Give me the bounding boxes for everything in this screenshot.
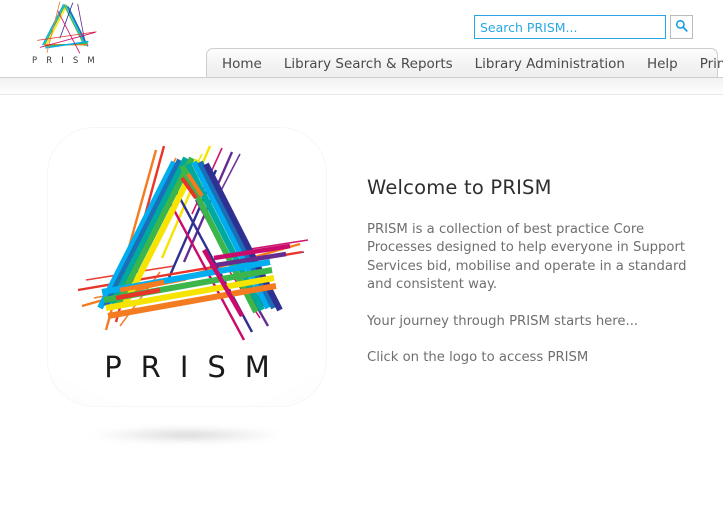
brand-wordmark: P R I S M [32, 56, 98, 66]
page-header: P R I S M Home Library Search & Reports … [0, 0, 723, 78]
nav-item-library-search-reports[interactable]: Library Search & Reports [273, 50, 464, 78]
brand-logo[interactable]: P R I S M [22, 0, 108, 76]
prism-logo-tile[interactable]: PRISM [48, 128, 326, 446]
prism-triangle-logo-icon [30, 0, 100, 56]
nav-item-help[interactable]: Help [636, 50, 689, 78]
welcome-paragraph-1: PRISM is a collection of best practice C… [367, 222, 687, 293]
welcome-paragraph-2: Your journey through PRISM starts here..… [367, 313, 639, 329]
header-gradient-band [0, 78, 723, 95]
search-icon [675, 19, 688, 35]
page-title: Welcome to PRISM [367, 176, 552, 199]
prism-triangle-logo-icon [77, 145, 309, 341]
search-input[interactable] [474, 15, 666, 39]
nav-item-library-administration[interactable]: Library Administration [464, 50, 636, 78]
tile-drop-shadow [62, 424, 312, 446]
search-button[interactable] [670, 15, 693, 39]
nav-item-home[interactable]: Home [211, 50, 273, 78]
tile-surface: PRISM [48, 128, 326, 406]
welcome-paragraph-3: Click on the logo to access PRISM [367, 350, 589, 366]
nav-item-print[interactable]: Print [689, 50, 723, 78]
welcome-panel: Welcome to PRISM PRISM is a collection o… [367, 176, 687, 367]
main-navigation: Home Library Search & Reports Library Ad… [206, 48, 723, 78]
search-area [474, 15, 693, 39]
main-content: PRISM Welcome to PRISM PRISM is a collec… [0, 94, 723, 530]
tile-wordmark: PRISM [104, 350, 289, 384]
